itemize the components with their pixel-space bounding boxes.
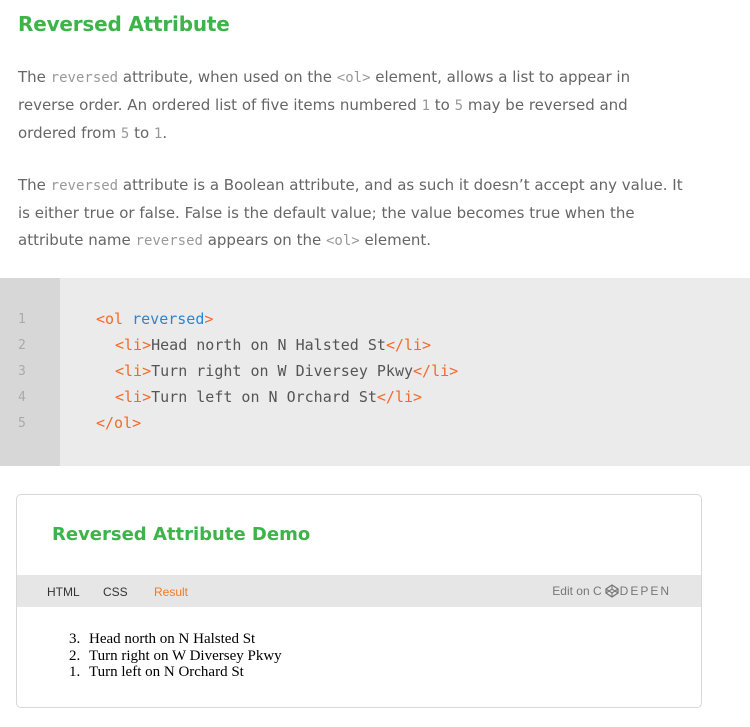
line-number: 2 [18,338,26,353]
code-line: <li>Turn left on N Orchard St</li> [115,388,423,406]
brand-text: DEPEN [619,584,671,598]
boolean-paragraph: The reversed attribute is a Boolean attr… [18,176,683,249]
inline-code-reversed: reversed [135,233,203,249]
inline-code-number: 1 [421,98,431,114]
inline-code-ol: <ol> [336,70,371,86]
code-line: <li>Head north on N Halsted St</li> [115,336,432,354]
code-line: <li>Turn right on W Diversey Pkwy</li> [115,362,459,380]
inline-code-number: 5 [454,98,464,114]
inline-code-reversed: reversed [50,178,119,194]
code-line: </ol> [96,414,142,432]
list-item: 2. Turn right on W Diversey Pkwy [69,647,282,664]
intro-paragraph: The reversed attribute, when used on the… [18,68,631,142]
demo-title: Reversed Attribute Demo [52,524,311,545]
codepen-embed: Reversed Attribute Demo HTML CSS Result … [16,494,702,708]
inline-code-reversed: reversed [50,70,119,86]
line-number-gutter: 1 2 3 4 5 [0,278,60,466]
code-line: <ol reversed> [96,310,214,328]
line-number: 1 [18,312,26,327]
line-number: 5 [18,416,26,431]
list-item: 3. Head north on N Halsted St [69,631,256,647]
edit-on-codepen-link[interactable]: Edit on C DEPEN [552,584,671,598]
tab-html[interactable]: HTML [47,585,80,599]
embed-tab-bar: HTML CSS Result Edit on C DEPEN [17,575,701,607]
result-list: 3. Head north on N Halsted St 2. Turn righ… [69,631,282,681]
code-block: 1 2 3 4 5 <ol reversed> <li>Head north o… [0,278,750,466]
line-number: 4 [18,390,26,405]
line-number: 3 [18,364,26,379]
list-item: 1. Turn left on N Orchard St [69,664,244,680]
section-title: Reversed Attribute [18,12,230,36]
codepen-logo-icon [605,584,619,598]
edit-on-label: Edit on [552,584,590,598]
inline-code-ol: <ol> [325,233,360,249]
tab-result[interactable]: Result [154,585,188,599]
tab-css[interactable]: CSS [103,585,128,599]
brand-text: C [592,584,604,598]
